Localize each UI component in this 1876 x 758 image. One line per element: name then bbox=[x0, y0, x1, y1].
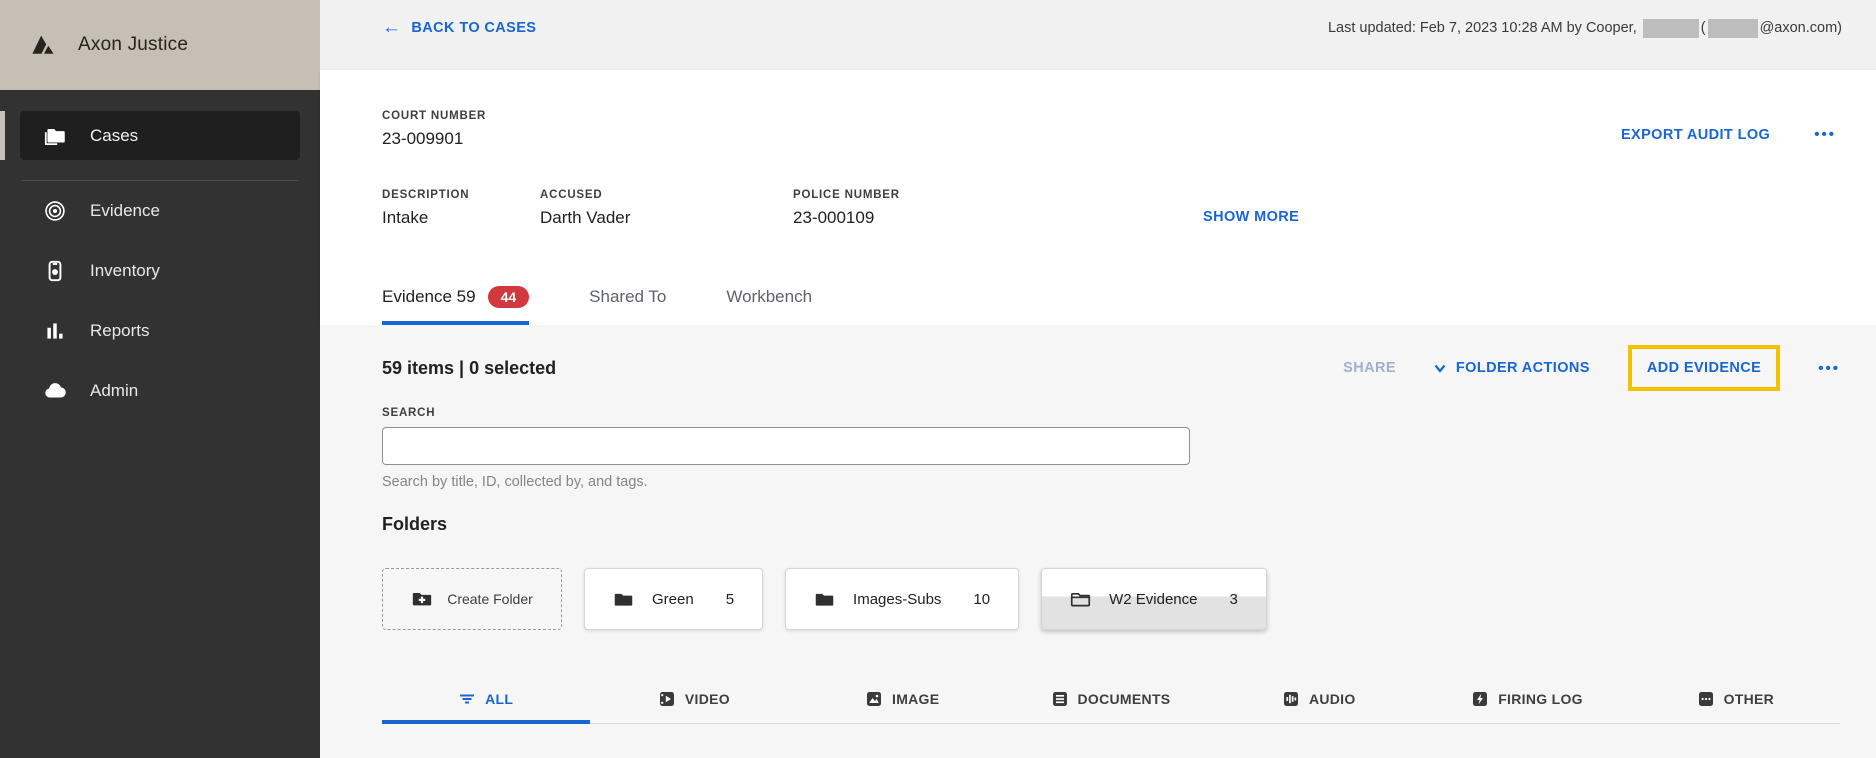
cloud-icon bbox=[45, 383, 66, 398]
back-arrow-icon: ← bbox=[382, 17, 402, 38]
sidebar-item-label: Evidence bbox=[90, 201, 160, 220]
search-input[interactable] bbox=[382, 427, 1190, 465]
police-number-field: POLICE NUMBER 23-000109 bbox=[793, 189, 900, 227]
app-title: Axon Justice bbox=[78, 34, 189, 55]
folder-open-icon bbox=[1071, 592, 1091, 606]
toolbar-more-icon[interactable]: ••• bbox=[1818, 360, 1840, 377]
folder-icon bbox=[614, 593, 633, 606]
redacted-email bbox=[1707, 18, 1758, 38]
toolbar-actions: SHARE FOLDER ACTIONS ADD EVIDENCE ••• bbox=[1343, 345, 1840, 391]
filter-tab-all[interactable]: ALL bbox=[382, 678, 591, 724]
sidebar-item-admin[interactable]: Admin bbox=[0, 361, 320, 415]
body-camera-icon bbox=[48, 260, 62, 282]
sidebar-nav: Cases Evidence Inventory Reports Admin bbox=[0, 90, 320, 415]
filter-tab-other[interactable]: OTHER bbox=[1632, 678, 1840, 724]
chevron-down-icon bbox=[1434, 364, 1446, 373]
folder-count: 5 bbox=[725, 590, 735, 608]
sidebar-item-reports[interactable]: Reports bbox=[0, 301, 320, 361]
sidebar: Axon Justice Cases Evidence Inventory Re… bbox=[0, 0, 320, 758]
case-header-panel: COURT NUMBER 23-009901 EXPORT AUDIT LOG … bbox=[320, 70, 1876, 325]
filter-tab-documents[interactable]: DOCUMENTS bbox=[1007, 678, 1215, 724]
folder-actions-button[interactable]: FOLDER ACTIONS bbox=[1434, 360, 1590, 376]
folder-icon bbox=[815, 593, 834, 606]
folder-card-green[interactable]: Green 5 bbox=[584, 568, 764, 630]
main-content: ← BACK TO CASES Last updated: Feb 7, 202… bbox=[320, 0, 1876, 758]
add-evidence-highlight-box: ADD EVIDENCE bbox=[1627, 345, 1781, 391]
axon-logo-icon bbox=[32, 35, 54, 54]
folder-count: 10 bbox=[973, 590, 991, 608]
back-to-cases-link[interactable]: ← BACK TO CASES bbox=[382, 17, 536, 39]
items-summary: 59 items | 0 selected bbox=[382, 357, 557, 378]
sidebar-item-label: Cases bbox=[90, 125, 139, 145]
ellipsis-icon bbox=[1698, 692, 1713, 706]
sidebar-item-inventory[interactable]: Inventory bbox=[0, 241, 320, 301]
description-field: DESCRIPTION Intake bbox=[382, 189, 470, 227]
filter-tab-image[interactable]: IMAGE bbox=[799, 678, 1007, 724]
more-actions-icon[interactable]: ••• bbox=[1814, 126, 1836, 143]
sidebar-item-label: Inventory bbox=[90, 261, 160, 280]
case-tabs: Evidence 59 44 Shared To Workbench bbox=[382, 273, 812, 325]
folders-row: Create Folder Green 5 Images-Subs 10 W2 … bbox=[382, 568, 1840, 630]
filter-tab-video[interactable]: VIDEO bbox=[590, 678, 798, 724]
video-icon bbox=[659, 692, 674, 706]
sidebar-item-label: Admin bbox=[90, 381, 139, 400]
search-label: SEARCH bbox=[382, 407, 436, 419]
export-audit-log-button[interactable]: EXPORT AUDIT LOG bbox=[1621, 127, 1770, 143]
folders-heading: Folders bbox=[382, 514, 448, 534]
top-bar: ← BACK TO CASES Last updated: Feb 7, 202… bbox=[320, 0, 1876, 70]
evidence-toolbar: 59 items | 0 selected SHARE FOLDER ACTIO… bbox=[382, 345, 1840, 391]
show-more-link[interactable]: SHOW MORE bbox=[1203, 209, 1299, 228]
fingerprint-icon bbox=[45, 201, 65, 221]
filter-tab-firing-log[interactable]: FIRING LOG bbox=[1423, 678, 1631, 724]
back-link-label: BACK TO CASES bbox=[411, 20, 537, 36]
add-evidence-button[interactable]: ADD EVIDENCE bbox=[1647, 360, 1761, 376]
evidence-count-badge: 44 bbox=[487, 286, 530, 308]
evidence-filter-tabs: ALL VIDEO IMAGE DOCUMENTS AUDIO FIRING L… bbox=[382, 678, 1840, 724]
court-number-label: COURT NUMBER bbox=[382, 110, 487, 122]
evidence-section: 59 items | 0 selected SHARE FOLDER ACTIO… bbox=[320, 325, 1876, 758]
tab-shared-to[interactable]: Shared To bbox=[589, 273, 666, 325]
search-helper-text: Search by title, ID, collected by, and t… bbox=[382, 474, 648, 490]
folder-card-w2-evidence[interactable]: W2 Evidence 3 bbox=[1041, 568, 1267, 630]
case-fields-row: DESCRIPTION Intake ACCUSED Darth Vader P… bbox=[382, 189, 1840, 228]
redacted-name bbox=[1642, 18, 1699, 38]
bar-chart-icon bbox=[47, 323, 63, 339]
last-updated-text: Last updated: Feb 7, 2023 10:28 AM by Co… bbox=[1327, 18, 1842, 38]
app-header: Axon Justice bbox=[0, 0, 320, 90]
sidebar-item-label: Reports bbox=[90, 321, 150, 340]
accused-field: ACCUSED Darth Vader bbox=[540, 189, 631, 227]
folder-count: 3 bbox=[1229, 590, 1238, 608]
active-nav-indicator bbox=[0, 111, 5, 160]
panel-actions: EXPORT AUDIT LOG ••• bbox=[1621, 126, 1836, 143]
filter-tab-audio[interactable]: AUDIO bbox=[1215, 678, 1423, 724]
tab-evidence[interactable]: Evidence 59 44 bbox=[382, 273, 530, 325]
audio-icon bbox=[1283, 692, 1298, 706]
create-folder-icon bbox=[413, 593, 432, 606]
search-block: SEARCH Search by title, ID, collected by… bbox=[382, 407, 1840, 490]
share-button[interactable]: SHARE bbox=[1343, 360, 1396, 376]
folder-card-images-subs[interactable]: Images-Subs 10 bbox=[785, 568, 1020, 630]
sidebar-item-cases[interactable]: Cases bbox=[20, 111, 300, 160]
lightning-bolt-icon bbox=[1473, 692, 1488, 706]
sidebar-item-evidence[interactable]: Evidence bbox=[0, 181, 320, 241]
image-icon bbox=[867, 692, 881, 706]
create-folder-label: Create Folder bbox=[447, 591, 533, 607]
create-folder-button[interactable]: Create Folder bbox=[382, 568, 562, 630]
tab-workbench[interactable]: Workbench bbox=[726, 273, 812, 325]
filter-list-icon bbox=[460, 694, 475, 704]
document-icon bbox=[1052, 692, 1067, 706]
folder-icon bbox=[44, 128, 65, 145]
